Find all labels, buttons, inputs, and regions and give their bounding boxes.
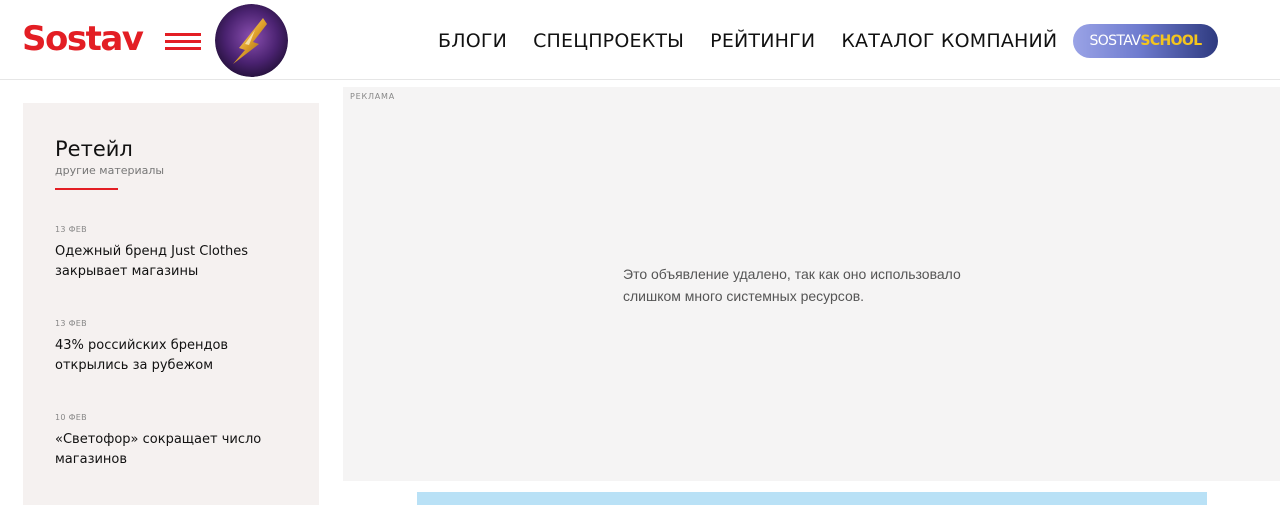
menu-icon[interactable] [165,33,201,51]
list-item: 13 ФЕВ 43% российских брендов открылись … [55,319,295,376]
list-item: 10 ФЕВ «Светофор» сокращает число магази… [55,413,295,470]
related-sidebar: Ретейл другие материалы 13 ФЕВ Одежный б… [23,103,319,505]
logo-link[interactable]: Sostav [22,17,144,61]
ad-removed-message: Это объявление удалено, так как оно испо… [623,266,961,304]
promo-avatar[interactable] [215,4,288,77]
item-date: 13 ФЕВ [55,225,87,234]
nav-blogs[interactable]: БЛОГИ [438,27,507,55]
nav-ratings[interactable]: РЕЙТИНГИ [710,27,815,55]
item-date: 10 ФЕВ [55,413,87,422]
item-date: 13 ФЕВ [55,319,87,328]
sidebar-divider [55,188,118,190]
list-item: 13 ФЕВ Одежный бренд Just Clothes закрыв… [55,225,295,282]
bottom-banner[interactable] [417,492,1207,505]
item-title-link[interactable]: Одежный бренд Just Clothes закрывает маг… [55,242,295,282]
sidebar-title[interactable]: Ретейл [55,137,133,161]
nav-special-projects[interactable]: СПЕЦПРОЕКТЫ [533,27,684,55]
main-nav: БЛОГИ СПЕЦПРОЕКТЫ РЕЙТИНГИ КАТАЛОГ КОМПА… [438,27,1057,55]
item-title-link[interactable]: 43% российских брендов открылись за рубе… [55,336,295,376]
site-header: Sostav БЛОГИ СПЕЦПРОЕКТЫ РЕЙТИНГИ КАТАЛО… [0,0,1280,80]
school-label-part1: SOSTAV [1089,33,1141,49]
ad-label: РЕКЛАМА [350,92,396,101]
sidebar-subtitle: другие материалы [55,164,165,177]
promo-emblem-icon [215,4,288,77]
school-label-part2: SCHOOL [1140,33,1202,49]
item-title-link[interactable]: «Светофор» сокращает число магазинов [55,430,295,470]
ad-block: РЕКЛАМА Это объявление удалено, так как … [343,87,1280,481]
nav-company-catalog[interactable]: КАТАЛОГ КОМПАНИЙ [841,27,1057,55]
sostav-school-button[interactable]: SOSTAV SCHOOL [1073,24,1218,58]
